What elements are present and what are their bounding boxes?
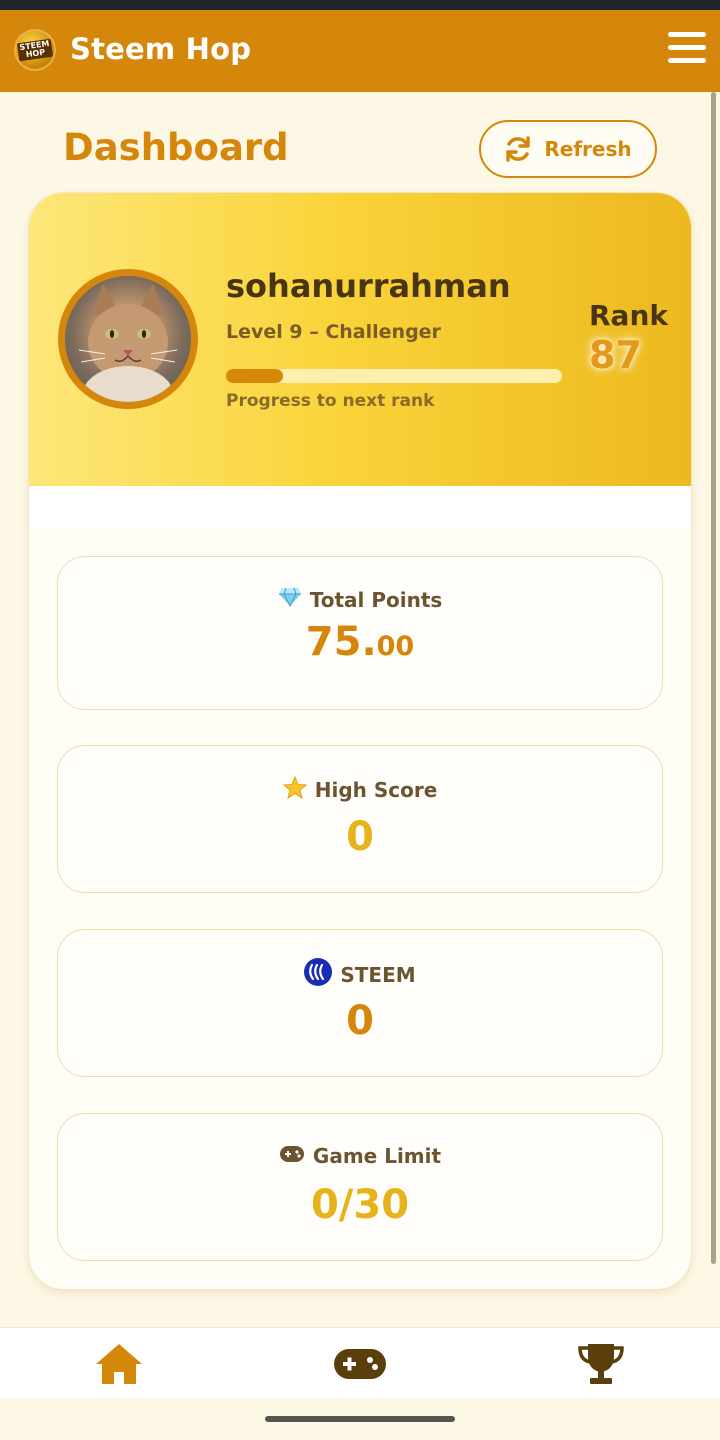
refresh-label: Refresh bbox=[544, 137, 632, 161]
rank-label: Rank bbox=[589, 299, 669, 332]
gamepad-icon bbox=[279, 1144, 305, 1168]
rank-value: 87 bbox=[589, 333, 642, 377]
banner-divider bbox=[29, 486, 691, 528]
home-indicator[interactable] bbox=[265, 1416, 455, 1422]
username: sohanurrahman bbox=[226, 267, 511, 305]
refresh-icon bbox=[504, 136, 532, 162]
level-label: Level 9 – Challenger bbox=[226, 321, 441, 343]
rank-progress-fill bbox=[226, 369, 284, 383]
status-bar bbox=[0, 0, 720, 10]
refresh-button[interactable]: Refresh bbox=[479, 120, 657, 178]
stat-label: Total Points bbox=[309, 587, 443, 612]
bottom-nav bbox=[0, 1327, 720, 1398]
avatar[interactable] bbox=[58, 269, 198, 409]
stat-value: 0/30 bbox=[310, 1182, 410, 1228]
stat-card-total-points: Total Points 75.00 bbox=[57, 556, 663, 710]
scrollbar[interactable] bbox=[711, 92, 716, 1264]
stat-value: 0 bbox=[346, 998, 374, 1044]
stat-label: High Score bbox=[314, 778, 438, 802]
hamburger-menu-icon[interactable] bbox=[668, 32, 706, 68]
stat-card-game-limit: Game Limit 0/30 bbox=[57, 1113, 663, 1261]
diamond-icon bbox=[278, 587, 302, 612]
star-icon bbox=[282, 775, 308, 804]
dashboard-card: sohanurrahman Level 9 – Challenger Progr… bbox=[28, 192, 692, 1290]
steem-icon bbox=[304, 958, 333, 991]
rank-progress-bar bbox=[226, 369, 562, 383]
profile-banner: sohanurrahman Level 9 – Challenger Progr… bbox=[29, 193, 691, 486]
stat-card-steem: STEEM 0 bbox=[57, 929, 663, 1077]
stat-card-high-score: High Score 0 bbox=[57, 745, 663, 893]
stat-label: Game Limit bbox=[312, 1144, 442, 1168]
stat-value: 0 bbox=[346, 814, 374, 860]
app-bar: STEEM HOP Steem Hop bbox=[0, 10, 720, 92]
stat-label: STEEM bbox=[340, 962, 416, 987]
progress-caption: Progress to next rank bbox=[226, 391, 435, 411]
app-title: Steem Hop bbox=[70, 32, 252, 66]
app-logo[interactable]: STEEM HOP bbox=[14, 29, 56, 71]
nav-gamepad-icon[interactable] bbox=[330, 1340, 390, 1388]
nav-trophy-icon[interactable] bbox=[571, 1340, 631, 1388]
page-title: Dashboard bbox=[63, 126, 289, 169]
nav-home-icon[interactable] bbox=[89, 1340, 149, 1388]
stat-value: 75.00 bbox=[305, 619, 415, 665]
